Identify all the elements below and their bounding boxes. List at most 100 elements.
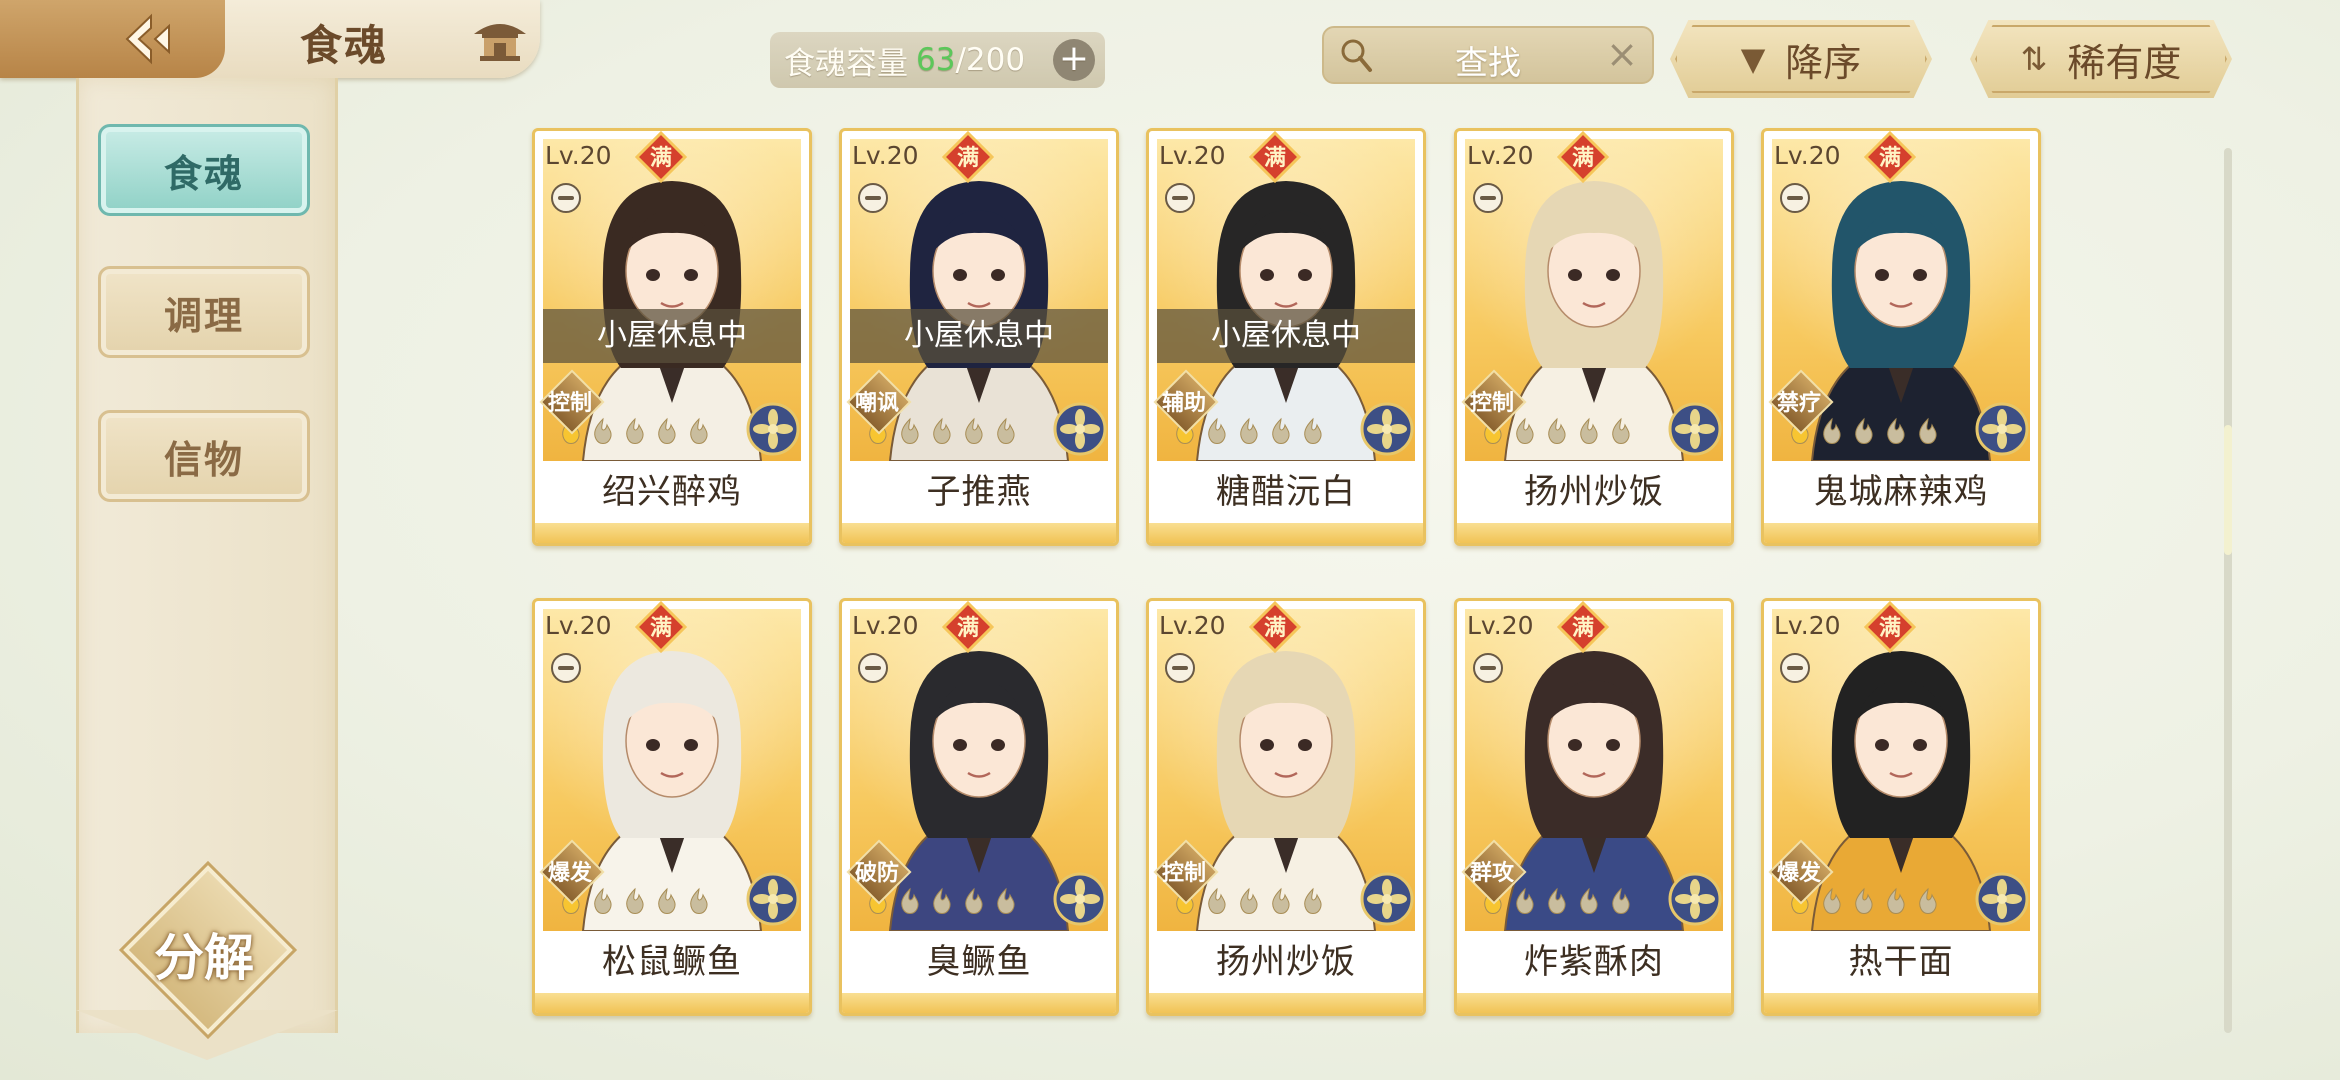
tab-food-souls[interactable]: 食魂	[98, 124, 310, 216]
card-footer	[1764, 523, 2038, 543]
star-flame-icon	[626, 417, 644, 444]
svg-text:满: 满	[957, 616, 979, 641]
tab-conditioning[interactable]: 调理	[98, 266, 310, 358]
food-soul-card[interactable]: Lv.20 满 破防 臭鳜鱼	[839, 598, 1119, 1016]
food-soul-card[interactable]: Lv.20 满 控制 扬州炒饭	[1146, 598, 1426, 1016]
food-soul-name: 炸紫酥肉	[1524, 942, 1664, 982]
card-footer	[1149, 523, 1423, 543]
food-soul-card[interactable]: Lv.20 满 控制 扬州炒饭	[1454, 128, 1734, 546]
rarity-flower-icon	[746, 872, 800, 926]
svg-text:满: 满	[957, 146, 979, 171]
svg-text:满: 满	[650, 616, 672, 641]
rarity-flower-icon	[1360, 402, 1414, 456]
star-flame-icon	[1240, 887, 1258, 914]
card-level: Lv.20	[1467, 611, 1534, 640]
descending-triangle-icon: ▼	[1740, 40, 1766, 78]
role-badge: 爆发	[1768, 839, 1834, 905]
food-soul-card[interactable]: Lv.20 满 群攻 炸紫酥肉	[1454, 598, 1734, 1016]
star-flame-icon	[658, 887, 676, 914]
capacity-current: 63	[916, 42, 956, 78]
scrollbar-thumb[interactable]	[2224, 425, 2232, 555]
clear-search-button[interactable]: ×	[1606, 32, 1638, 76]
role-badge: 爆发	[539, 839, 605, 905]
star-flame-icon	[1887, 417, 1905, 444]
capacity-display: 食魂容量 63 /200 +	[770, 32, 1105, 88]
star-flame-icon	[997, 417, 1015, 444]
role-label: 嘲讽	[854, 391, 899, 416]
max-level-badge: 满	[1249, 601, 1301, 653]
back-arrow-icon	[125, 13, 170, 65]
bowl-icon	[1165, 653, 1195, 683]
star-flame-icon	[933, 887, 951, 914]
resting-status: 小屋休息中	[543, 309, 801, 363]
tab-tokens[interactable]: 信物	[98, 410, 310, 502]
card-footer	[1764, 993, 2038, 1013]
card-footer	[535, 523, 809, 543]
rarity-flower-icon	[1975, 402, 2029, 456]
bowl-icon	[1165, 183, 1195, 213]
role-badge: 群攻	[1461, 839, 1527, 905]
sort-order-button[interactable]: ▼ 降序	[1670, 20, 1932, 98]
star-flame-icon	[1548, 887, 1566, 914]
card-footer	[1149, 993, 1423, 1013]
role-label: 辅助	[1161, 391, 1206, 416]
max-level-badge: 满	[1864, 131, 1916, 183]
star-flame-icon	[1580, 887, 1598, 914]
scrollbar-track[interactable]	[2224, 148, 2232, 1033]
bowl-icon	[1473, 653, 1503, 683]
sort-key-label: 稀有度	[2067, 40, 2182, 85]
decompose-button[interactable]: 分解	[123, 865, 293, 1035]
card-level: Lv.20	[852, 141, 919, 170]
role-label: 爆发	[547, 861, 592, 886]
role-badge: 控制	[1153, 839, 1219, 905]
role-label: 禁疗	[1776, 391, 1821, 416]
star-flame-icon	[626, 887, 644, 914]
sort-order-label: 降序	[1785, 40, 1862, 85]
bowl-icon	[1473, 183, 1503, 213]
capacity-add-button[interactable]: +	[1053, 39, 1095, 81]
card-level: Lv.20	[545, 611, 612, 640]
capacity-label: 食魂容量	[784, 45, 908, 82]
food-soul-card[interactable]: Lv.20 满 爆发 热干面	[1761, 598, 2041, 1016]
max-level-badge: 满	[635, 601, 687, 653]
role-label: 控制	[1469, 391, 1514, 416]
bowl-icon	[551, 653, 581, 683]
food-soul-card[interactable]: Lv.20 满 小屋休息中 辅助 糖醋沅白	[1146, 128, 1426, 546]
star-flame-icon	[1240, 417, 1258, 444]
card-footer	[1457, 993, 1731, 1013]
star-flame-icon	[933, 417, 951, 444]
card-footer	[842, 993, 1116, 1013]
card-level: Lv.20	[545, 141, 612, 170]
rarity-flower-icon	[1053, 872, 1107, 926]
star-flame-icon	[997, 887, 1015, 914]
star-flame-icon	[690, 417, 708, 444]
card-level: Lv.20	[1159, 141, 1226, 170]
card-level: Lv.20	[1467, 141, 1534, 170]
star-flame-icon	[690, 887, 708, 914]
search-field[interactable]: 查找 ×	[1322, 26, 1654, 84]
sort-key-button[interactable]: ⇅ 稀有度	[1970, 20, 2232, 98]
home-pavilion-button[interactable]	[470, 14, 530, 64]
star-flame-icon	[965, 887, 983, 914]
pavilion-icon	[474, 24, 526, 61]
star-flame-icon	[1272, 887, 1290, 914]
food-soul-card[interactable]: Lv.20 满 禁疗 鬼城麻辣鸡	[1761, 128, 2041, 546]
capacity-max: /200	[955, 42, 1026, 78]
food-soul-card[interactable]: Lv.20 满 爆发 松鼠鳜鱼	[532, 598, 812, 1016]
card-footer	[535, 993, 809, 1013]
back-button[interactable]	[118, 12, 184, 66]
decompose-label: 分解	[154, 929, 254, 987]
role-label: 爆发	[1776, 861, 1821, 886]
star-flame-icon	[1919, 887, 1937, 914]
food-soul-card[interactable]: Lv.20 满 小屋休息中 控制 绍兴醉鸡	[532, 128, 812, 546]
back-area	[0, 0, 225, 78]
page-title: 食魂	[300, 21, 389, 70]
max-level-badge: 满	[1864, 601, 1916, 653]
svg-text:满: 满	[1879, 616, 1901, 641]
food-soul-card[interactable]: Lv.20 满 小屋休息中 嘲讽 子推燕	[839, 128, 1119, 546]
card-level: Lv.20	[1159, 611, 1226, 640]
food-soul-name: 松鼠鳜鱼	[602, 942, 742, 982]
bowl-icon	[858, 183, 888, 213]
star-flame-icon	[1304, 417, 1322, 444]
bowl-icon	[1780, 183, 1810, 213]
